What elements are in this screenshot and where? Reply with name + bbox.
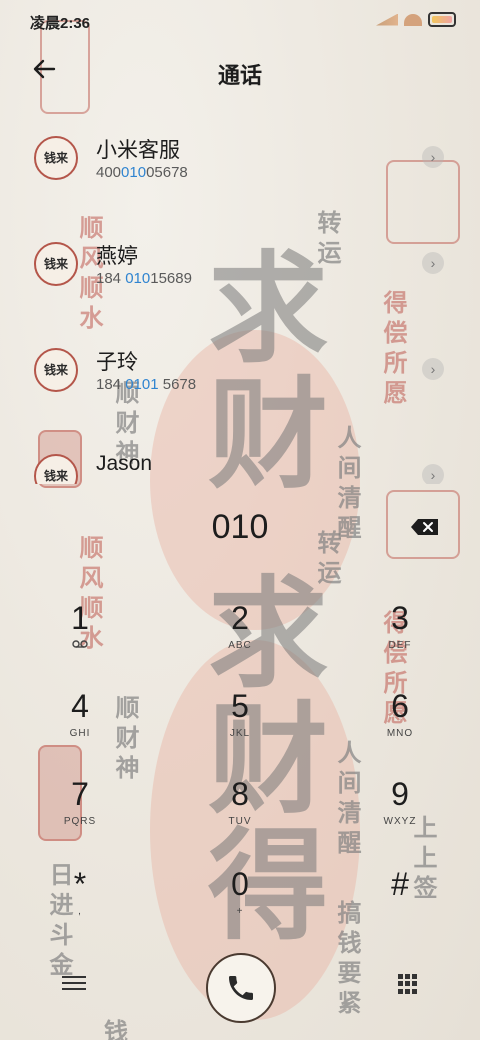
key-star[interactable]: * , — [30, 866, 130, 936]
backspace-icon[interactable] — [410, 518, 440, 536]
key-3[interactable]: 3 DEF — [350, 600, 450, 670]
contact-row[interactable]: 钱来 子玲 184 0101 5678 › — [0, 332, 480, 432]
key-5[interactable]: 5 JKL — [190, 688, 290, 758]
status-time: 凌晨2:36 — [30, 15, 91, 32]
status-bar: 凌晨2:36 — [0, 0, 480, 40]
key-8[interactable]: 8 TUV — [190, 776, 290, 846]
contact-avatar[interactable]: 钱来 — [34, 242, 78, 286]
contact-avatar[interactable]: 钱来 — [34, 136, 78, 180]
contact-name: 小米客服 — [96, 139, 180, 162]
contact-number: 184 01015689 — [96, 270, 192, 287]
dialed-number-display[interactable]: 010 — [0, 508, 480, 547]
contact-row[interactable]: 钱来 Jason › — [0, 438, 480, 484]
call-button[interactable] — [206, 953, 276, 1023]
contact-match-list[interactable]: 钱来 小米客服 40001005678 › 钱来 燕婷 184 01015689… — [0, 120, 480, 484]
voicemail-icon — [72, 640, 88, 648]
contact-name: 燕婷 — [96, 245, 138, 268]
key-6[interactable]: 6 MNO — [350, 688, 450, 758]
key-0[interactable]: 0 + — [190, 866, 290, 936]
phrase-qian: 钱 — [104, 1017, 128, 1040]
key-hash[interactable]: # — [350, 866, 450, 936]
battery-icon — [428, 12, 456, 27]
key-4[interactable]: 4 GHI — [30, 688, 130, 758]
key-2[interactable]: 2 ABC — [190, 600, 290, 670]
chevron-right-icon[interactable]: › — [422, 146, 444, 168]
contact-row[interactable]: 钱来 燕婷 184 01015689 › — [0, 226, 480, 326]
contact-row[interactable]: 钱来 小米客服 40001005678 › — [0, 120, 480, 220]
key-9[interactable]: 9 WXYZ — [350, 776, 450, 846]
dialpad-toggle-icon[interactable] — [398, 974, 418, 994]
key-7[interactable]: 7 PQRS — [30, 776, 130, 846]
contact-avatar[interactable]: 钱来 — [34, 348, 78, 392]
contact-avatar[interactable]: 钱来 — [34, 454, 78, 484]
contact-number: 40001005678 — [96, 164, 188, 181]
status-icons — [376, 12, 456, 27]
chevron-right-icon[interactable]: › — [422, 358, 444, 380]
key-1[interactable]: 1 — [30, 600, 130, 670]
contact-number: 184 0101 5678 — [96, 376, 197, 393]
contact-name: 子玲 — [96, 351, 138, 374]
signal-icon — [376, 13, 398, 26]
wifi-icon — [404, 13, 422, 26]
contact-name: Jason — [96, 452, 153, 475]
page-title: 通话 — [217, 63, 262, 88]
phone-icon — [229, 976, 253, 1000]
chevron-right-icon[interactable]: › — [422, 252, 444, 274]
chevron-right-icon[interactable]: › — [422, 464, 444, 484]
app-header: 通话 — [0, 48, 480, 92]
menu-icon[interactable] — [62, 972, 86, 992]
